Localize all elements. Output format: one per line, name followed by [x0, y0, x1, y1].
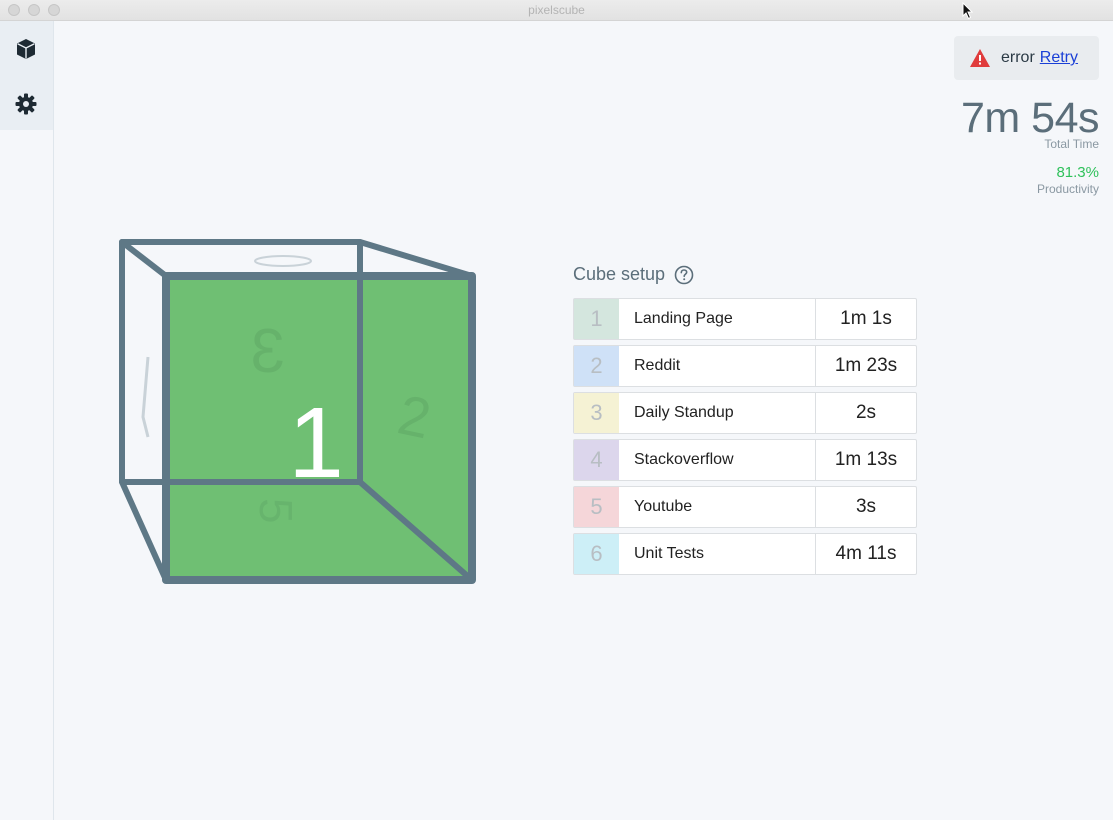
- face-label-input[interactable]: Unit Tests: [619, 534, 816, 574]
- setup-row-5: 5 Youtube 3s: [573, 486, 917, 528]
- face-label-input[interactable]: Youtube: [619, 487, 816, 527]
- window-title: pixelscube: [528, 3, 585, 17]
- error-notice: error Retry: [954, 36, 1099, 80]
- cube-illustration: 3 2 5 1: [119, 239, 476, 584]
- face-number: 5: [574, 487, 619, 527]
- sidebar: [0, 21, 54, 820]
- face-time: 2s: [855, 402, 877, 423]
- cube-icon[interactable]: [14, 37, 38, 61]
- face-time: 1m 13s: [834, 449, 898, 470]
- face-time: 1m 23s: [834, 355, 898, 376]
- productivity-label: Productivity: [1036, 182, 1099, 196]
- productivity-value: 81.3%: [1056, 164, 1099, 181]
- gear-icon[interactable]: [14, 92, 38, 116]
- face-time: 4m 11s: [835, 543, 897, 564]
- face-label-input[interactable]: Stackoverflow: [619, 440, 816, 480]
- total-time-label: Total Time: [1044, 137, 1099, 151]
- cube-setup-table: 1 Landing Page 1m 1s 2 Reddit 1m 23s 3 Daily St…: [573, 298, 917, 580]
- cube-setup-heading: Cube setup: [573, 264, 694, 285]
- face-label-input[interactable]: Daily Standup: [619, 393, 816, 433]
- face-number: 1: [574, 299, 619, 339]
- setup-row-6: 6 Unit Tests 4m 11s: [573, 533, 917, 575]
- help-icon[interactable]: [674, 265, 694, 285]
- setup-row-1: 1 Landing Page 1m 1s: [573, 298, 917, 340]
- setup-row-3: 3 Daily Standup 2s: [573, 392, 917, 434]
- cube-face-3-ghost: 3: [251, 317, 285, 386]
- mouse-cursor-icon: [962, 2, 974, 20]
- cube-face-5-ghost: 5: [250, 498, 302, 524]
- cube-face-6-ghost: [254, 255, 312, 267]
- face-time: 1m 1s: [840, 308, 892, 329]
- setup-row-4: 4 Stackoverflow 1m 13s: [573, 439, 917, 481]
- face-label-input[interactable]: Landing Page: [619, 299, 816, 339]
- face-time: 3s: [855, 496, 877, 517]
- cube-face-4-ghost: [141, 356, 150, 438]
- face-number: 6: [574, 534, 619, 574]
- cube-current-face: 1: [288, 387, 344, 499]
- total-time-value: 7m 54s: [960, 94, 1100, 142]
- window-titlebar: pixelscube: [0, 0, 1113, 21]
- setup-row-2: 2 Reddit 1m 23s: [573, 345, 917, 387]
- face-label-input[interactable]: Reddit: [619, 346, 816, 386]
- face-number: 3: [574, 393, 619, 433]
- error-text: error: [1001, 49, 1035, 66]
- cube-setup-title: Cube setup: [573, 264, 666, 284]
- face-number: 4: [574, 440, 619, 480]
- warning-icon: [970, 49, 990, 67]
- retry-link[interactable]: Retry: [1040, 49, 1078, 67]
- face-number: 2: [574, 346, 619, 386]
